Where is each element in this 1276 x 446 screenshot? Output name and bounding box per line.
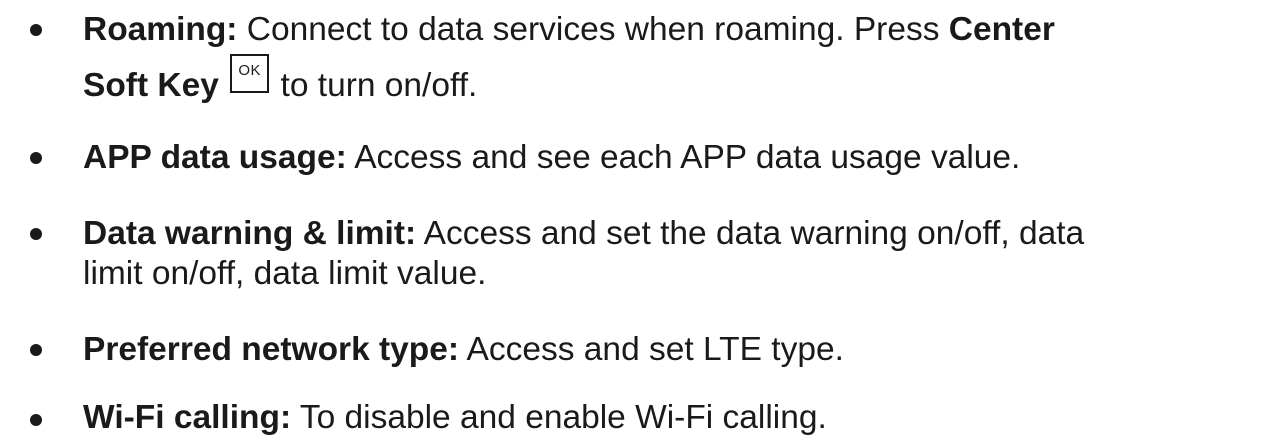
wifi-calling-term: Wi-Fi calling: — [83, 399, 292, 436]
bullet-icon — [30, 414, 42, 426]
settings-description-list: Roaming: Connect to data services when r… — [0, 0, 1276, 444]
data-warning-description-end: limit on/off, data limit value. — [83, 255, 487, 292]
app-data-usage-description: Access and see each APP data usage value… — [346, 139, 1021, 176]
roaming-text-line-2: Soft Key OK to turn on/off. — [83, 54, 1268, 114]
ok-key-icon: OK — [230, 54, 270, 93]
preferred-network-term: Preferred network type: — [83, 331, 460, 368]
app-data-usage-text: APP data usage: Access and see each APP … — [83, 130, 1268, 186]
preferred-network-text: Preferred network type: Access and set L… — [83, 322, 1268, 378]
roaming-description: Connect to data services when roaming. P… — [237, 11, 949, 48]
wifi-calling-description: To disable and enable Wi-Fi calling. — [291, 399, 827, 436]
app-data-usage-term: APP data usage: — [83, 139, 347, 176]
center-label: Center — [948, 11, 1055, 48]
roaming-term: Roaming: — [83, 11, 238, 48]
roaming-text-line-1: Roaming: Connect to data services when r… — [83, 2, 1268, 58]
soft-key-label: Soft Key — [83, 67, 219, 104]
roaming-description-end: to turn on/off. — [271, 67, 478, 104]
bullet-icon — [30, 152, 42, 164]
bullet-icon — [30, 228, 42, 240]
preferred-network-description: Access and set LTE type. — [459, 331, 844, 368]
bullet-icon — [30, 24, 42, 36]
data-warning-text-line-2: limit on/off, data limit value. — [83, 246, 1268, 302]
ok-key-label: OK — [238, 62, 262, 79]
bullet-icon — [30, 344, 42, 356]
wifi-calling-text: Wi-Fi calling: To disable and enable Wi-… — [83, 390, 1268, 446]
